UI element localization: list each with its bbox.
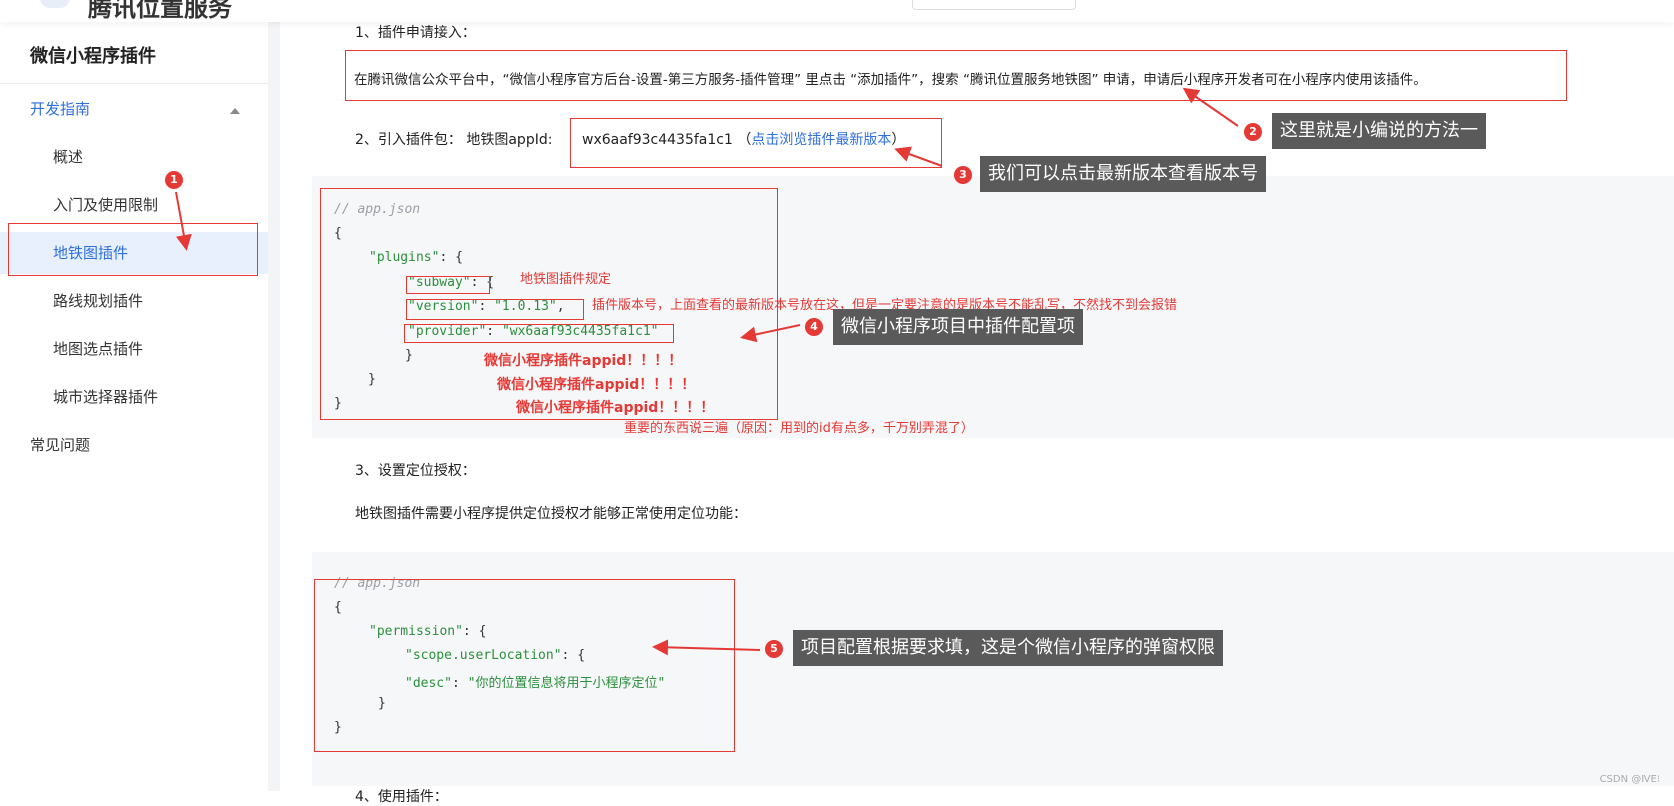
step1-title: 1、插件申请接入： [355, 25, 476, 41]
sidebar-item-label: 路线规划插件 [53, 292, 144, 310]
annotation-badge-2: 2 [1244, 123, 1262, 141]
sidebar-item-overview[interactable]: 概述 [0, 136, 268, 178]
callout-plugin-config: 微信小程序项目中插件配置项 [833, 309, 1083, 345]
sidebar-divider [0, 83, 268, 84]
annotation-badge-1: 1 [165, 171, 183, 189]
annotation-badge-4: 4 [805, 318, 823, 336]
step3-text: 地铁图插件需要小程序提供定位授权才能够正常使用定位功能： [355, 506, 747, 522]
nav-group-dev-guide[interactable]: 开发指南 [30, 98, 240, 128]
sidebar-item-city-picker[interactable]: 城市选择器插件 [0, 376, 268, 418]
watermark: CSDN @ⅣE⁝ [1599, 774, 1660, 785]
annotation-badge-5: 5 [765, 640, 783, 658]
annotation-badge-3: 3 [954, 166, 972, 184]
sidebar-title: 微信小程序插件 [30, 46, 156, 67]
step2-title: 2、引入插件包： 地铁图appId: [355, 132, 553, 148]
sidebar-item-label: 城市选择器插件 [53, 388, 159, 406]
callout-check-version: 我们可以点击最新版本查看版本号 [980, 156, 1266, 192]
highlight-provider [404, 324, 674, 343]
note-appid-3: 微信小程序插件appid！！！！ [516, 400, 715, 416]
logo-icon[interactable] [40, 0, 70, 8]
sidebar-item-label: 地图选点插件 [53, 340, 144, 358]
note-subway: 地铁图插件规定 [520, 272, 612, 287]
highlight-step1-text [345, 50, 1567, 101]
highlight-version [406, 299, 584, 320]
note-repeat: 重要的东西说三遍（原因：用到的id有点多，千万别弄混了） [624, 421, 974, 436]
sidebar-item-label: 入门及使用限制 [53, 196, 159, 214]
sidebar: 微信小程序插件 开发指南 概述 入门及使用限制 地铁图插件 路线规划插件 地图选… [0, 22, 269, 791]
sidebar-item-faq[interactable]: 常见问题 [0, 424, 268, 466]
callout-permission: 项目配置根据要求填，这是个微信小程序的弹窗权限 [793, 630, 1223, 666]
top-header: 腾讯位置服务 [0, 0, 1674, 22]
note-appid-2: 微信小程序插件appid！！！！ [497, 377, 696, 393]
sidebar-gutter [268, 22, 280, 791]
callout-method-one: 这里就是小编说的方法一 [1272, 113, 1486, 149]
highlight-subway [406, 276, 490, 294]
highlight-appid [570, 118, 942, 168]
step4-title: 4、使用插件： [355, 789, 448, 805]
chevron-up-icon [230, 108, 240, 114]
sidebar-item-label: 常见问题 [30, 436, 91, 454]
site-title[interactable]: 腾讯位置服务 [88, 0, 232, 23]
note-appid-1: 微信小程序插件appid！！！！ [484, 353, 683, 369]
highlight-code-block-2 [314, 579, 735, 752]
search-input[interactable] [912, 0, 1076, 10]
highlight-sidebar-item [8, 223, 258, 276]
sidebar-item-getting-started[interactable]: 入门及使用限制 [0, 184, 268, 226]
sidebar-item-label: 概述 [53, 148, 84, 166]
sidebar-item-location-picker[interactable]: 地图选点插件 [0, 328, 268, 370]
step3-title: 3、设置定位授权： [355, 463, 476, 479]
nav-group-label: 开发指南 [30, 100, 91, 118]
sidebar-item-route[interactable]: 路线规划插件 [0, 280, 268, 322]
